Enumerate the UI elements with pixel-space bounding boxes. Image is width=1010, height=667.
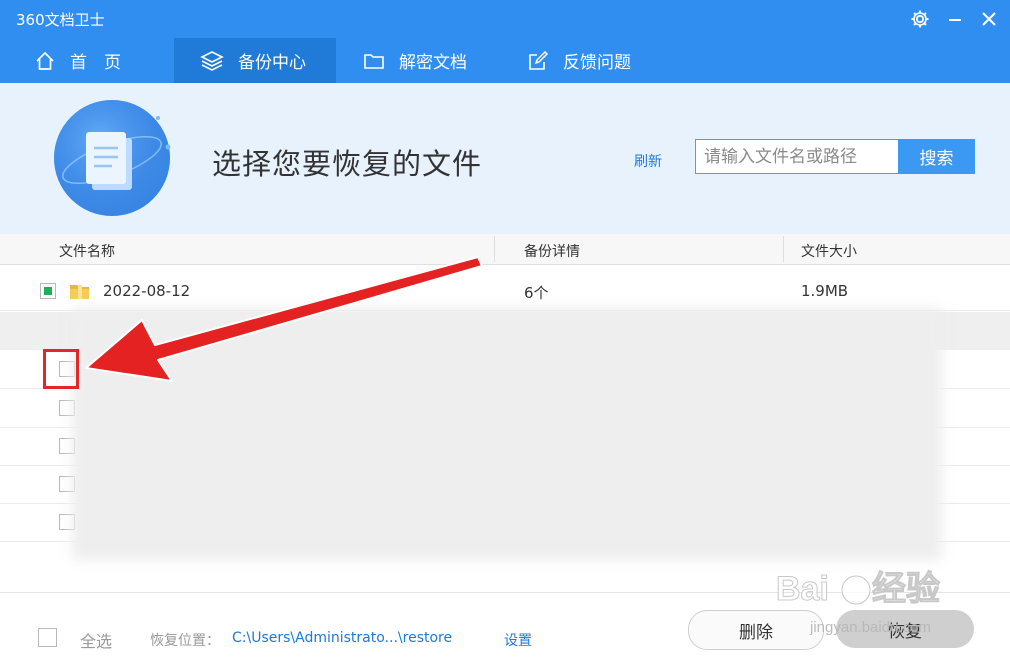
nav-bar: 首 页 备份中心 解密文档 反馈问题 xyxy=(0,38,1010,83)
search-input[interactable] xyxy=(695,139,898,174)
annotation-highlight-box xyxy=(43,349,79,389)
title-bar: 360文档卫士 xyxy=(0,0,1010,38)
svg-text:jingyan.baidu.com: jingyan.baidu.com xyxy=(809,619,931,636)
column-header-backup-detail[interactable]: 备份详情 xyxy=(524,241,580,261)
row-file-size: 1.9MB xyxy=(801,282,849,300)
tab-decrypt-docs[interactable]: 解密文档 xyxy=(363,38,503,83)
refresh-link[interactable]: 刷新 xyxy=(634,151,662,171)
app-title: 360文档卫士 xyxy=(16,11,105,29)
folder-icon xyxy=(364,53,384,69)
select-all-checkbox[interactable] xyxy=(38,628,57,647)
table-header: 文件名称 备份详情 文件大小 xyxy=(0,234,1010,265)
column-header-filename[interactable]: 文件名称 xyxy=(59,241,115,261)
column-divider[interactable] xyxy=(494,236,495,262)
document-logo-icon xyxy=(54,100,171,216)
tab-feedback-label: 反馈问题 xyxy=(563,53,631,73)
search-button[interactable]: 搜索 xyxy=(898,139,975,174)
restore-path[interactable]: C:\Users\Administrato...\restore xyxy=(232,630,452,646)
edit-icon xyxy=(529,50,549,70)
folder-icon xyxy=(70,285,89,299)
row-file-name: 2022-08-12 xyxy=(103,282,191,300)
tab-home-label: 首 页 xyxy=(70,53,121,73)
tab-backup-center-label: 备份中心 xyxy=(238,53,306,73)
gear-icon[interactable] xyxy=(907,6,933,32)
row-backup-detail: 6个 xyxy=(524,284,549,302)
row-checkbox[interactable] xyxy=(40,283,56,299)
svg-text:经验: 经验 xyxy=(872,569,940,608)
hero-header: 选择您要恢复的文件 刷新 搜索 xyxy=(0,83,1010,234)
close-icon[interactable] xyxy=(976,6,1002,32)
svg-text:Bai: Bai xyxy=(776,570,829,608)
settings-link[interactable]: 设置 xyxy=(504,630,532,650)
column-divider[interactable] xyxy=(783,236,784,262)
tab-decrypt-docs-label: 解密文档 xyxy=(399,53,467,73)
page-title: 选择您要恢复的文件 xyxy=(212,147,483,181)
blurred-content xyxy=(72,308,942,560)
layers-icon xyxy=(200,50,224,71)
tab-home[interactable]: 首 页 xyxy=(34,38,174,83)
minimize-icon[interactable] xyxy=(942,6,968,32)
column-header-file-size[interactable]: 文件大小 xyxy=(801,241,857,261)
table-row[interactable]: 2022-08-12 6个 1.9MB xyxy=(0,272,1010,311)
baidu-watermark-logo: Bai 经验 jingyan.baidu.com xyxy=(776,569,941,637)
select-all-label[interactable]: 全选 xyxy=(80,628,112,652)
tab-feedback[interactable]: 反馈问题 xyxy=(527,38,667,83)
tab-backup-center[interactable]: 备份中心 xyxy=(174,38,336,83)
home-icon xyxy=(36,51,54,70)
restore-location-label: 恢复位置： xyxy=(150,633,220,649)
